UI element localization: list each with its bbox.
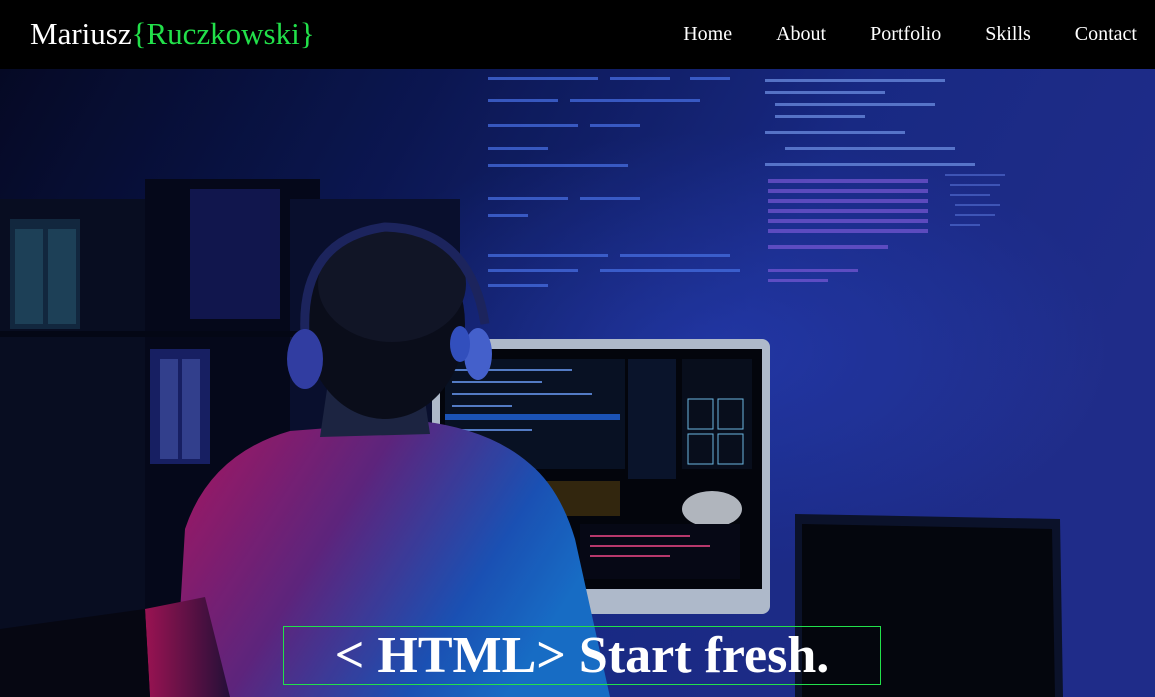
navbar: Mariusz{Ruczkowski} Home About Portfolio… <box>0 0 1155 69</box>
hero-image <box>0 69 1155 697</box>
hero-section: < HTML> Start fresh. <box>0 69 1155 697</box>
nav-contact-link[interactable]: Contact <box>1075 21 1137 47</box>
hero-tagline-box: < HTML> Start fresh. <box>283 626 881 685</box>
nav-home-link[interactable]: Home <box>683 21 732 47</box>
brand-last-name: {Ruczkowski} <box>131 16 315 51</box>
site-logo[interactable]: Mariusz{Ruczkowski} <box>30 14 315 54</box>
page: Mariusz{Ruczkowski} Home About Portfolio… <box>0 0 1155 697</box>
nav-skills-link[interactable]: Skills <box>985 21 1031 47</box>
main-nav: Home About Portfolio Skills Contact <box>683 21 1137 47</box>
nav-portfolio-link[interactable]: Portfolio <box>870 21 941 47</box>
nav-about-link[interactable]: About <box>776 21 826 47</box>
brand-first-name: Mariusz <box>30 16 132 51</box>
hero-tagline: < HTML> Start fresh. <box>334 626 830 684</box>
